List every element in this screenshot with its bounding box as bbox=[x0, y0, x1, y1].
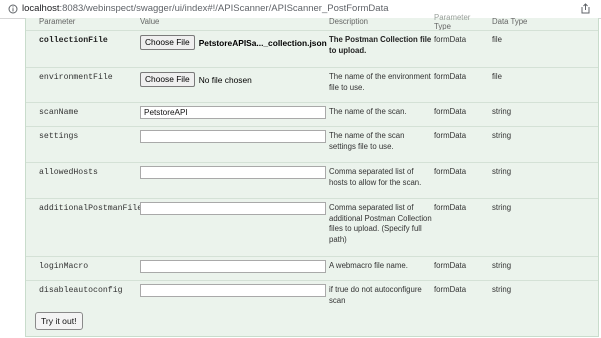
share-icon[interactable] bbox=[580, 3, 591, 14]
data-type: string bbox=[492, 131, 512, 140]
data-type: string bbox=[492, 167, 512, 176]
file-input-collectionfile[interactable]: Choose File PetstoreAPISa..._collection.… bbox=[140, 35, 327, 50]
param-row-environmentfile: environmentFile Choose File No file chos… bbox=[26, 67, 598, 103]
data-type: string bbox=[492, 107, 512, 116]
param-row-allowedhosts: allowedHosts Comma separated list of hos… bbox=[26, 162, 598, 199]
url-text[interactable]: localhost:8083/webinspect/swagger/ui/ind… bbox=[22, 3, 389, 14]
try-it-out-button[interactable]: Try it out! bbox=[35, 312, 83, 330]
col-header-description: Description bbox=[329, 17, 368, 26]
param-name: additionalPostmanFiles bbox=[39, 204, 148, 213]
data-type: file bbox=[492, 72, 502, 81]
param-description: A webmacro file name. bbox=[329, 261, 408, 270]
col-header-parameter-type: Parameter Type bbox=[434, 13, 470, 31]
param-name: allowedHosts bbox=[39, 168, 98, 177]
param-type: formData bbox=[434, 203, 467, 212]
param-description: The name of the environment file to use. bbox=[329, 72, 431, 92]
param-type: formData bbox=[434, 35, 467, 44]
col-header-parameter-type-line1: Parameter bbox=[434, 13, 471, 22]
allowed-hosts-input[interactable] bbox=[140, 166, 326, 179]
additional-postman-files-input[interactable] bbox=[140, 202, 326, 215]
choose-file-button[interactable]: Choose File bbox=[140, 72, 195, 87]
param-type: formData bbox=[434, 72, 467, 81]
info-icon[interactable] bbox=[8, 4, 18, 14]
param-name: settings bbox=[39, 132, 79, 141]
login-macro-input[interactable] bbox=[140, 260, 326, 273]
data-type: string bbox=[492, 285, 512, 294]
col-header-data-type: Data Type bbox=[492, 17, 528, 26]
data-type: string bbox=[492, 203, 512, 212]
url-path: :8083/webinspect/swagger/ui/index#!/APIS… bbox=[59, 3, 389, 14]
param-description: The name of the scan settings file to us… bbox=[329, 131, 405, 151]
param-type: formData bbox=[434, 107, 467, 116]
scan-name-input[interactable]: PetstoreAPI bbox=[140, 106, 326, 119]
param-row-settings: settings The name of the scan settings f… bbox=[26, 126, 598, 163]
param-row-scanname: scanName PetstoreAPI The name of the sca… bbox=[26, 102, 598, 127]
param-name: collectionFile bbox=[39, 36, 108, 45]
choose-file-button[interactable]: Choose File bbox=[140, 35, 195, 50]
param-name: environmentFile bbox=[39, 73, 113, 82]
chosen-file-name: PetstoreAPISa..._collection.json bbox=[198, 37, 327, 48]
param-row-disableautoconfig: disableautoconfig if true do not autocon… bbox=[26, 280, 598, 307]
param-description: if true do not autoconfigure scan bbox=[329, 285, 422, 305]
param-name: disableautoconfig bbox=[39, 286, 123, 295]
param-description: The Postman Collection file to upload. bbox=[329, 35, 432, 55]
col-header-parameter: Parameter bbox=[39, 17, 76, 26]
param-type: formData bbox=[434, 167, 467, 176]
param-row-loginmacro: loginMacro A webmacro file name. formDat… bbox=[26, 256, 598, 281]
param-type: formData bbox=[434, 261, 467, 270]
data-type: string bbox=[492, 261, 512, 270]
param-description: Comma separated list of hosts to allow f… bbox=[329, 167, 422, 187]
col-header-value: Value bbox=[140, 17, 160, 26]
settings-input[interactable] bbox=[140, 130, 326, 143]
data-type: file bbox=[492, 35, 502, 44]
param-row-additionalpostmanfiles: additionalPostmanFiles Comma separated l… bbox=[26, 198, 598, 257]
param-type: formData bbox=[434, 131, 467, 140]
operation-panel: Parameter Value Description Parameter Typ… bbox=[25, 13, 599, 337]
disable-autoconfig-input[interactable] bbox=[140, 284, 326, 297]
url-host: localhost bbox=[22, 3, 60, 14]
param-type: formData bbox=[434, 285, 467, 294]
param-description: Comma separated list of additional Postm… bbox=[329, 203, 432, 244]
param-row-collectionfile: collectionFile Choose File PetstoreAPISa… bbox=[26, 30, 598, 68]
chosen-file-name: No file chosen bbox=[198, 74, 252, 85]
param-name: loginMacro bbox=[39, 262, 89, 271]
file-input-environmentfile[interactable]: Choose File No file chosen bbox=[140, 72, 252, 87]
param-description: The name of the scan. bbox=[329, 107, 407, 116]
param-name: scanName bbox=[39, 108, 79, 117]
